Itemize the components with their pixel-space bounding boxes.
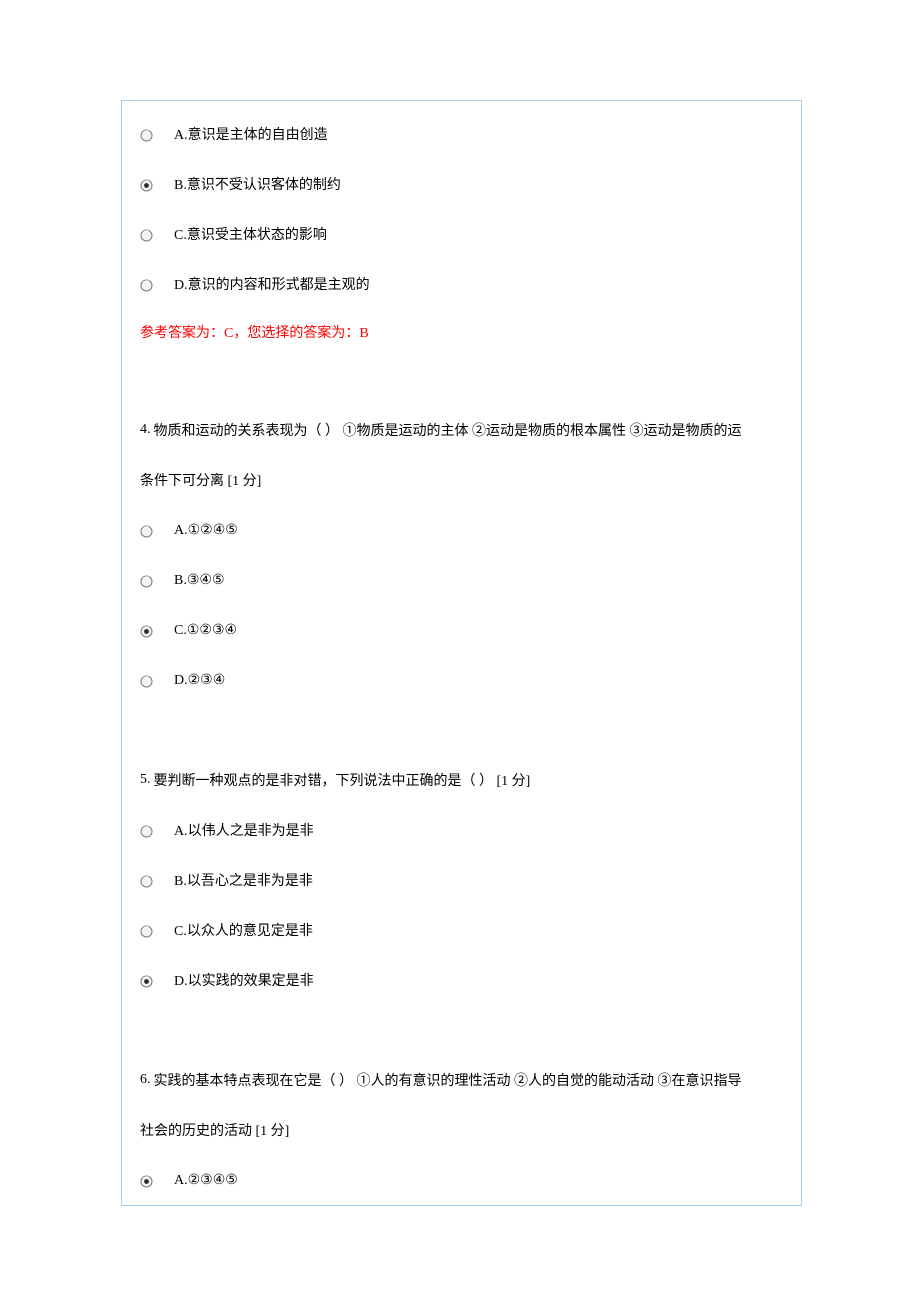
- q6-stem-line1: 6. 实践的基本特点表现在它是（ ） ①人的有意识的理性活动 ②人的自觉的能动活…: [140, 1055, 783, 1105]
- q5-option-a[interactable]: A.以伟人之是非为是非: [140, 805, 783, 855]
- q3-option-a[interactable]: A.意识是主体的自由创造: [140, 109, 783, 159]
- radio-unselected-icon[interactable]: [140, 873, 174, 888]
- q5-stem: 5. 要判断一种观点的是非对错，下列说法中正确的是（ ） [1 分]: [140, 755, 783, 805]
- q3-option-d[interactable]: D.意识的内容和形式都是主观的: [140, 259, 783, 309]
- radio-unselected-icon[interactable]: [140, 673, 174, 688]
- option-label: B.以吾心之是非为是非: [174, 870, 313, 890]
- q3-option-b[interactable]: B.意识不受认识客体的制约: [140, 159, 783, 209]
- q5-option-d[interactable]: D.以实践的效果定是非: [140, 955, 783, 1005]
- q4-stem-line1: 4. 物质和运动的关系表现为（ ） ①物质是运动的主体 ②运动是物质的根本属性 …: [140, 405, 783, 455]
- q4-stem-line2: 条件下可分离 [1 分]: [140, 455, 783, 505]
- radio-unselected-icon[interactable]: [140, 127, 174, 142]
- q6-option-a[interactable]: A.②③④⑤: [140, 1155, 783, 1205]
- answer-feedback-text: 参考答案为：C，您选择的答案为：B: [140, 322, 369, 342]
- question-number: 5.: [140, 772, 154, 788]
- option-label: C.以众人的意见定是非: [174, 920, 313, 940]
- q4-option-c[interactable]: C.①②③④: [140, 605, 783, 655]
- option-label: A.①②④⑤: [174, 522, 238, 539]
- radio-unselected-icon[interactable]: [140, 523, 174, 538]
- q5-option-c[interactable]: C.以众人的意见定是非: [140, 905, 783, 955]
- content-area: A.意识是主体的自由创造 B.意识不受认识客体的制约 C.意识受主体状态的影响 …: [122, 101, 801, 1205]
- spacer: [140, 1005, 783, 1055]
- q4-option-d[interactable]: D.②③④: [140, 655, 783, 705]
- option-label: D.意识的内容和形式都是主观的: [174, 274, 370, 294]
- option-label: C.①②③④: [174, 622, 237, 639]
- option-label: A.以伟人之是非为是非: [174, 820, 314, 840]
- q5-option-b[interactable]: B.以吾心之是非为是非: [140, 855, 783, 905]
- option-label: A.意识是主体的自由创造: [174, 124, 328, 144]
- q6-stem-line2: 社会的历史的活动 [1 分]: [140, 1105, 783, 1155]
- radio-unselected-icon[interactable]: [140, 923, 174, 938]
- option-label: C.意识受主体状态的影响: [174, 224, 327, 244]
- question-number: 6.: [140, 1072, 154, 1088]
- radio-unselected-icon[interactable]: [140, 823, 174, 838]
- option-label: B.③④⑤: [174, 572, 225, 589]
- spacer: [140, 355, 783, 405]
- radio-selected-icon[interactable]: [140, 623, 174, 638]
- radio-unselected-icon[interactable]: [140, 277, 174, 292]
- q3-option-c[interactable]: C.意识受主体状态的影响: [140, 209, 783, 259]
- question-text: 社会的历史的活动 [1 分]: [140, 1120, 289, 1140]
- option-label: D.②③④: [174, 672, 225, 689]
- radio-selected-icon[interactable]: [140, 177, 174, 192]
- spacer: [140, 705, 783, 755]
- question-text: 要判断一种观点的是非对错，下列说法中正确的是（ ） [1 分]: [154, 770, 531, 790]
- option-label: B.意识不受认识客体的制约: [174, 174, 341, 194]
- radio-unselected-icon[interactable]: [140, 573, 174, 588]
- question-text: 条件下可分离 [1 分]: [140, 470, 261, 490]
- option-label: A.②③④⑤: [174, 1172, 238, 1189]
- option-label: D.以实践的效果定是非: [174, 970, 314, 990]
- question-text: 实践的基本特点表现在它是（ ） ①人的有意识的理性活动 ②人的自觉的能动活动 ③…: [154, 1070, 742, 1090]
- radio-selected-icon[interactable]: [140, 973, 174, 988]
- question-number: 4.: [140, 422, 154, 438]
- q4-option-a[interactable]: A.①②④⑤: [140, 505, 783, 555]
- question-text: 物质和运动的关系表现为（ ） ①物质是运动的主体 ②运动是物质的根本属性 ③运动…: [154, 420, 742, 440]
- radio-unselected-icon[interactable]: [140, 227, 174, 242]
- q4-option-b[interactable]: B.③④⑤: [140, 555, 783, 605]
- q3-answer-feedback: 参考答案为：C，您选择的答案为：B: [140, 309, 783, 355]
- exam-container: A.意识是主体的自由创造 B.意识不受认识客体的制约 C.意识受主体状态的影响 …: [121, 100, 802, 1206]
- radio-selected-icon[interactable]: [140, 1173, 174, 1188]
